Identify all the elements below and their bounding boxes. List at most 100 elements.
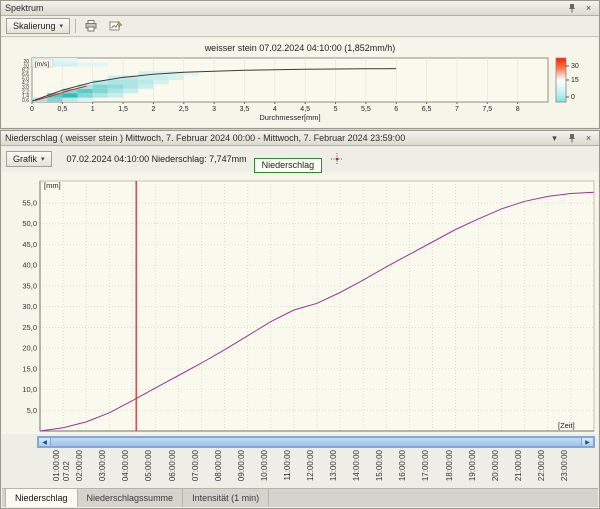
svg-text:55,0: 55,0 bbox=[22, 199, 37, 208]
scroll-right-arrow[interactable]: ▶ bbox=[581, 437, 594, 447]
svg-text:7: 7 bbox=[455, 106, 459, 113]
printer-icon bbox=[84, 20, 98, 32]
pin-icon[interactable] bbox=[565, 2, 578, 14]
crosshair-icon bbox=[330, 152, 344, 166]
time-tick-label: 02:00:00 bbox=[75, 450, 84, 481]
svg-text:5: 5 bbox=[334, 106, 338, 113]
svg-text:0: 0 bbox=[30, 106, 34, 113]
time-tick-label: 08:00:00 bbox=[214, 450, 223, 481]
niederschlag-panel: Niederschlag ( weisser stein ) Mittwoch,… bbox=[0, 130, 600, 509]
export-chart-icon bbox=[109, 20, 123, 32]
svg-text:5,5: 5,5 bbox=[361, 106, 371, 113]
skalierung-label: Skalierung bbox=[13, 21, 56, 31]
svg-text:[m/s]: [m/s] bbox=[35, 61, 49, 68]
export-chart-button[interactable] bbox=[106, 18, 126, 35]
toolbar-separator bbox=[75, 19, 76, 33]
time-tick-label: 23:00:00 bbox=[560, 450, 569, 481]
svg-text:2: 2 bbox=[151, 106, 155, 113]
time-tick-label: 20:00:00 bbox=[491, 450, 500, 481]
precipitation-chart-area: 5,010,015,020,025,030,035,040,045,050,05… bbox=[2, 172, 598, 434]
niederschlag-panel-title: Niederschlag ( weisser stein ) Mittwoch,… bbox=[5, 133, 548, 143]
time-tick-label: 07:00:00 bbox=[191, 450, 200, 481]
spektrum-toolbar: Skalierung ▾ bbox=[1, 16, 599, 37]
pin-icon[interactable] bbox=[565, 132, 578, 144]
svg-text:0: 0 bbox=[571, 94, 575, 101]
time-tick-label: 19:00:00 bbox=[468, 450, 477, 481]
time-tick-label: 10:00:00 bbox=[260, 450, 269, 481]
svg-text:3,5: 3,5 bbox=[240, 106, 250, 113]
spectrum-heatmap[interactable]: 00,511,522,533,544,555,566,577,58Durchme… bbox=[2, 56, 600, 122]
svg-text:1: 1 bbox=[91, 106, 95, 113]
svg-text:1,5: 1,5 bbox=[118, 106, 128, 113]
time-tick-label: 18:00:00 bbox=[445, 450, 454, 481]
svg-text:45,0: 45,0 bbox=[22, 240, 37, 249]
time-tick-label: 04:00:00 bbox=[121, 450, 130, 481]
svg-text:35,0: 35,0 bbox=[22, 281, 37, 290]
tab-intensitaet[interactable]: Intensität (1 min) bbox=[183, 489, 269, 507]
time-tick-label: 22:00:00 bbox=[537, 450, 546, 481]
svg-text:30: 30 bbox=[571, 63, 579, 70]
svg-text:20,0: 20,0 bbox=[22, 344, 37, 353]
svg-text:[mm]: [mm] bbox=[44, 181, 61, 190]
grafik-label: Grafik bbox=[13, 154, 37, 164]
svg-text:4: 4 bbox=[273, 106, 277, 113]
time-tick-label: 06:00:00 bbox=[168, 450, 177, 481]
time-tick-label: 15:00:00 bbox=[375, 450, 384, 481]
time-tick-label: 21:00:00 bbox=[514, 450, 523, 481]
spectrum-chart-title: weisser stein 07.02.2024 04:10:00 (1,852… bbox=[2, 38, 598, 53]
tracking-button[interactable] bbox=[327, 151, 347, 168]
svg-text:4,5: 4,5 bbox=[300, 106, 310, 113]
grafik-button[interactable]: Grafik ▾ bbox=[6, 151, 52, 167]
time-tick-label: 05:00:00 bbox=[144, 450, 153, 481]
niederschlag-window-controls: ▾ × bbox=[548, 132, 595, 144]
horizontal-scrollbar[interactable]: ◀ ▶ bbox=[37, 436, 595, 448]
time-tick-label: 17:00:00 bbox=[421, 450, 430, 481]
svg-text:0,6: 0,6 bbox=[22, 98, 29, 104]
scrollbar-thumb[interactable] bbox=[51, 437, 581, 447]
tab-bar: Niederschlag Niederschlagssumme Intensit… bbox=[2, 488, 598, 507]
print-button[interactable] bbox=[81, 18, 101, 35]
time-tick-label: 16:00:00 bbox=[398, 450, 407, 481]
tab-niederschlag[interactable]: Niederschlag bbox=[5, 488, 78, 507]
svg-text:5,0: 5,0 bbox=[27, 406, 37, 415]
time-tick-label: 11:00:00 bbox=[283, 450, 292, 481]
chevron-down-icon: ▾ bbox=[60, 22, 64, 30]
chevron-down-icon[interactable]: ▾ bbox=[548, 132, 561, 144]
spectrum-chart-area: weisser stein 07.02.2024 04:10:00 (1,852… bbox=[2, 38, 598, 127]
skalierung-button[interactable]: Skalierung ▾ bbox=[6, 18, 70, 34]
spektrum-window-controls: × bbox=[565, 2, 595, 14]
time-tick-label: 13:00:00 bbox=[329, 450, 338, 481]
tab-niederschlagssumme[interactable]: Niederschlagssumme bbox=[78, 489, 184, 507]
application-window: Spektrum × Skalierung ▾ weisser stein 07 bbox=[0, 0, 600, 509]
time-tick-label: 01:00:0007.02 bbox=[52, 450, 71, 481]
cursor-readout: 07.02.2024 04:10:00 Niederschlag: 7,747m… bbox=[67, 154, 247, 164]
time-tick-label: 14:00:00 bbox=[352, 450, 361, 481]
time-tick-label: 12:00:00 bbox=[306, 450, 315, 481]
svg-text:10,0: 10,0 bbox=[22, 385, 37, 394]
svg-text:7,5: 7,5 bbox=[482, 106, 492, 113]
svg-text:2,5: 2,5 bbox=[179, 106, 189, 113]
svg-text:8: 8 bbox=[516, 106, 520, 113]
svg-text:3: 3 bbox=[212, 106, 216, 113]
series-legend: Niederschlag bbox=[254, 158, 323, 173]
time-tick-label: 09:00:00 bbox=[237, 450, 246, 481]
scroll-left-arrow[interactable]: ◀ bbox=[38, 437, 51, 447]
niederschlag-titlebar[interactable]: Niederschlag ( weisser stein ) Mittwoch,… bbox=[1, 131, 599, 146]
svg-text:Durchmesser[mm]: Durchmesser[mm] bbox=[259, 113, 320, 122]
precipitation-chart[interactable]: 5,010,015,020,025,030,035,040,045,050,05… bbox=[2, 172, 600, 434]
spektrum-panel-title: Spektrum bbox=[5, 3, 565, 13]
svg-text:[Zeit]: [Zeit] bbox=[558, 421, 575, 430]
svg-text:6: 6 bbox=[394, 106, 398, 113]
svg-text:6,5: 6,5 bbox=[422, 106, 432, 113]
close-icon[interactable]: × bbox=[582, 132, 595, 144]
time-axis-labels: 01:00:0007.0202:00:0003:00:0004:00:0005:… bbox=[1, 449, 600, 489]
close-icon[interactable]: × bbox=[582, 2, 595, 14]
svg-text:25,0: 25,0 bbox=[22, 323, 37, 332]
svg-text:40,0: 40,0 bbox=[22, 261, 37, 270]
svg-text:15: 15 bbox=[571, 77, 579, 84]
niederschlag-toolbar: Grafik ▾ 07.02.2024 04:10:00 Niederschla… bbox=[1, 146, 599, 172]
chevron-down-icon: ▾ bbox=[41, 155, 45, 163]
spektrum-titlebar[interactable]: Spektrum × bbox=[1, 1, 599, 16]
svg-text:15,0: 15,0 bbox=[22, 364, 37, 373]
svg-text:50,0: 50,0 bbox=[22, 219, 37, 228]
